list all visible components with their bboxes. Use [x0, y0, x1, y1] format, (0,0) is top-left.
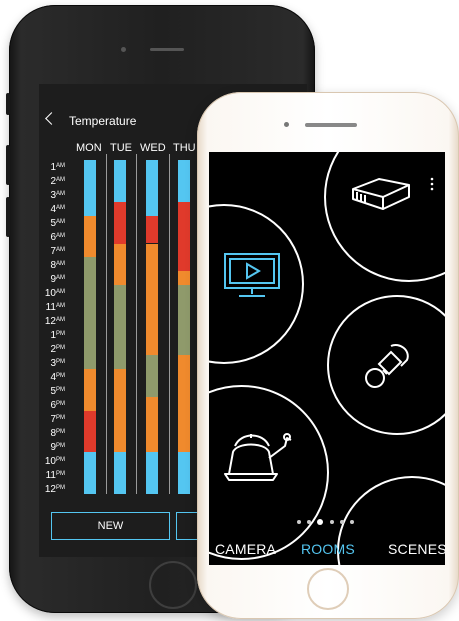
day-label-tue: TUE [110, 142, 132, 154]
hour-label: 1PM [50, 330, 65, 341]
front-camera [284, 122, 289, 127]
hour-label: 7AM [50, 246, 65, 257]
tab-scenes[interactable]: SCENES [388, 541, 445, 557]
hour-label: 12PM [44, 484, 65, 495]
back-chevron-icon[interactable] [45, 112, 58, 125]
volume-down-button [6, 197, 10, 237]
book-icon [352, 178, 410, 210]
page-dot[interactable] [297, 520, 301, 524]
tab-rooms[interactable]: ROOMS [301, 541, 355, 557]
hour-label: 10AM [44, 288, 65, 299]
hour-label: 9AM [50, 274, 65, 285]
hour-label: 3AM [50, 190, 65, 201]
hour-label: 1AM [50, 162, 65, 173]
schedule-segment-red[interactable] [114, 201, 126, 244]
hour-label: 8AM [50, 260, 65, 271]
day-label-wed: WED [140, 142, 166, 154]
hour-label: 11PM [45, 470, 65, 481]
schedule-segment-orange[interactable] [178, 354, 190, 453]
hour-label: 3PM [50, 358, 65, 369]
mute-switch [6, 93, 10, 115]
schedule-segment-orange[interactable] [146, 243, 158, 355]
front-camera [121, 47, 126, 52]
schedule-segment-orange[interactable] [84, 215, 96, 258]
schedule-segment-orange[interactable] [114, 243, 126, 286]
page-title: Temperature [69, 114, 137, 128]
schedule-segment-red[interactable] [146, 215, 158, 244]
schedule-bar-tue[interactable] [114, 160, 126, 494]
day-divider [169, 154, 170, 494]
schedule-segment-blue[interactable] [84, 452, 96, 494]
schedule-segment-green[interactable] [84, 257, 96, 369]
schedule-segment-orange[interactable] [84, 368, 96, 411]
schedule-segment-blue[interactable] [114, 160, 126, 202]
hour-label: 10PM [44, 456, 65, 467]
schedule-segment-orange[interactable] [178, 271, 190, 286]
schedule-segment-blue[interactable] [84, 160, 96, 216]
page-dot[interactable] [350, 520, 354, 524]
pacifier-icon [365, 344, 409, 388]
hour-label: 5PM [50, 386, 65, 397]
hour-label: 6AM [50, 232, 65, 243]
hour-label: 7PM [50, 414, 65, 425]
hour-label: 11AM [45, 302, 65, 313]
day-divider [106, 154, 107, 494]
hour-label: 2PM [50, 344, 65, 355]
schedule-segment-blue[interactable] [178, 160, 190, 202]
schedule-bar-thu[interactable] [178, 160, 190, 494]
day-label-thu: THU [173, 142, 196, 154]
hour-label: 4PM [50, 372, 65, 383]
volume-up-button [6, 145, 10, 185]
hour-label: 4AM [50, 204, 65, 215]
page-dot-active[interactable] [317, 519, 323, 525]
more-vertical-icon[interactable] [430, 177, 434, 191]
earpiece-speaker [305, 123, 357, 127]
schedule-segment-red[interactable] [178, 201, 190, 272]
hour-label: 9PM [50, 442, 65, 453]
page-dot[interactable] [340, 520, 344, 524]
earpiece-speaker [150, 48, 184, 51]
schedule-segment-blue[interactable] [114, 452, 126, 494]
day-divider [136, 154, 137, 494]
tv-play-icon [224, 253, 280, 297]
schedule-segment-blue[interactable] [146, 452, 158, 494]
phone-white: CAMERA ROOMS SCENES [197, 92, 459, 619]
schedule-segment-blue[interactable] [146, 160, 158, 216]
hour-label: 6PM [50, 400, 65, 411]
schedule-segment-red[interactable] [84, 410, 96, 453]
page-dot[interactable] [307, 520, 311, 524]
schedule-segment-green[interactable] [146, 354, 158, 397]
hour-label: 2AM [50, 176, 65, 187]
schedule-bar-wed[interactable] [146, 160, 158, 494]
home-button[interactable] [149, 561, 197, 609]
kettle-icon [224, 433, 292, 481]
page-dot[interactable] [330, 520, 334, 524]
day-label-mon: MON [76, 142, 102, 154]
schedule-segment-blue[interactable] [178, 452, 190, 494]
page-indicator [297, 519, 361, 525]
hour-label: 8PM [50, 428, 65, 439]
hour-label: 12AM [44, 316, 65, 327]
schedule-segment-green[interactable] [178, 285, 190, 355]
schedule-segment-orange[interactable] [146, 396, 158, 453]
schedule-segment-green[interactable] [114, 285, 126, 369]
new-button[interactable]: NEW [51, 512, 170, 540]
home-button[interactable] [307, 568, 349, 610]
schedule-segment-orange[interactable] [114, 368, 126, 453]
tab-camera[interactable]: CAMERA [215, 541, 276, 557]
rooms-screen: CAMERA ROOMS SCENES [209, 152, 445, 565]
hour-label: 5AM [50, 218, 65, 229]
schedule-bar-mon[interactable] [84, 160, 96, 494]
